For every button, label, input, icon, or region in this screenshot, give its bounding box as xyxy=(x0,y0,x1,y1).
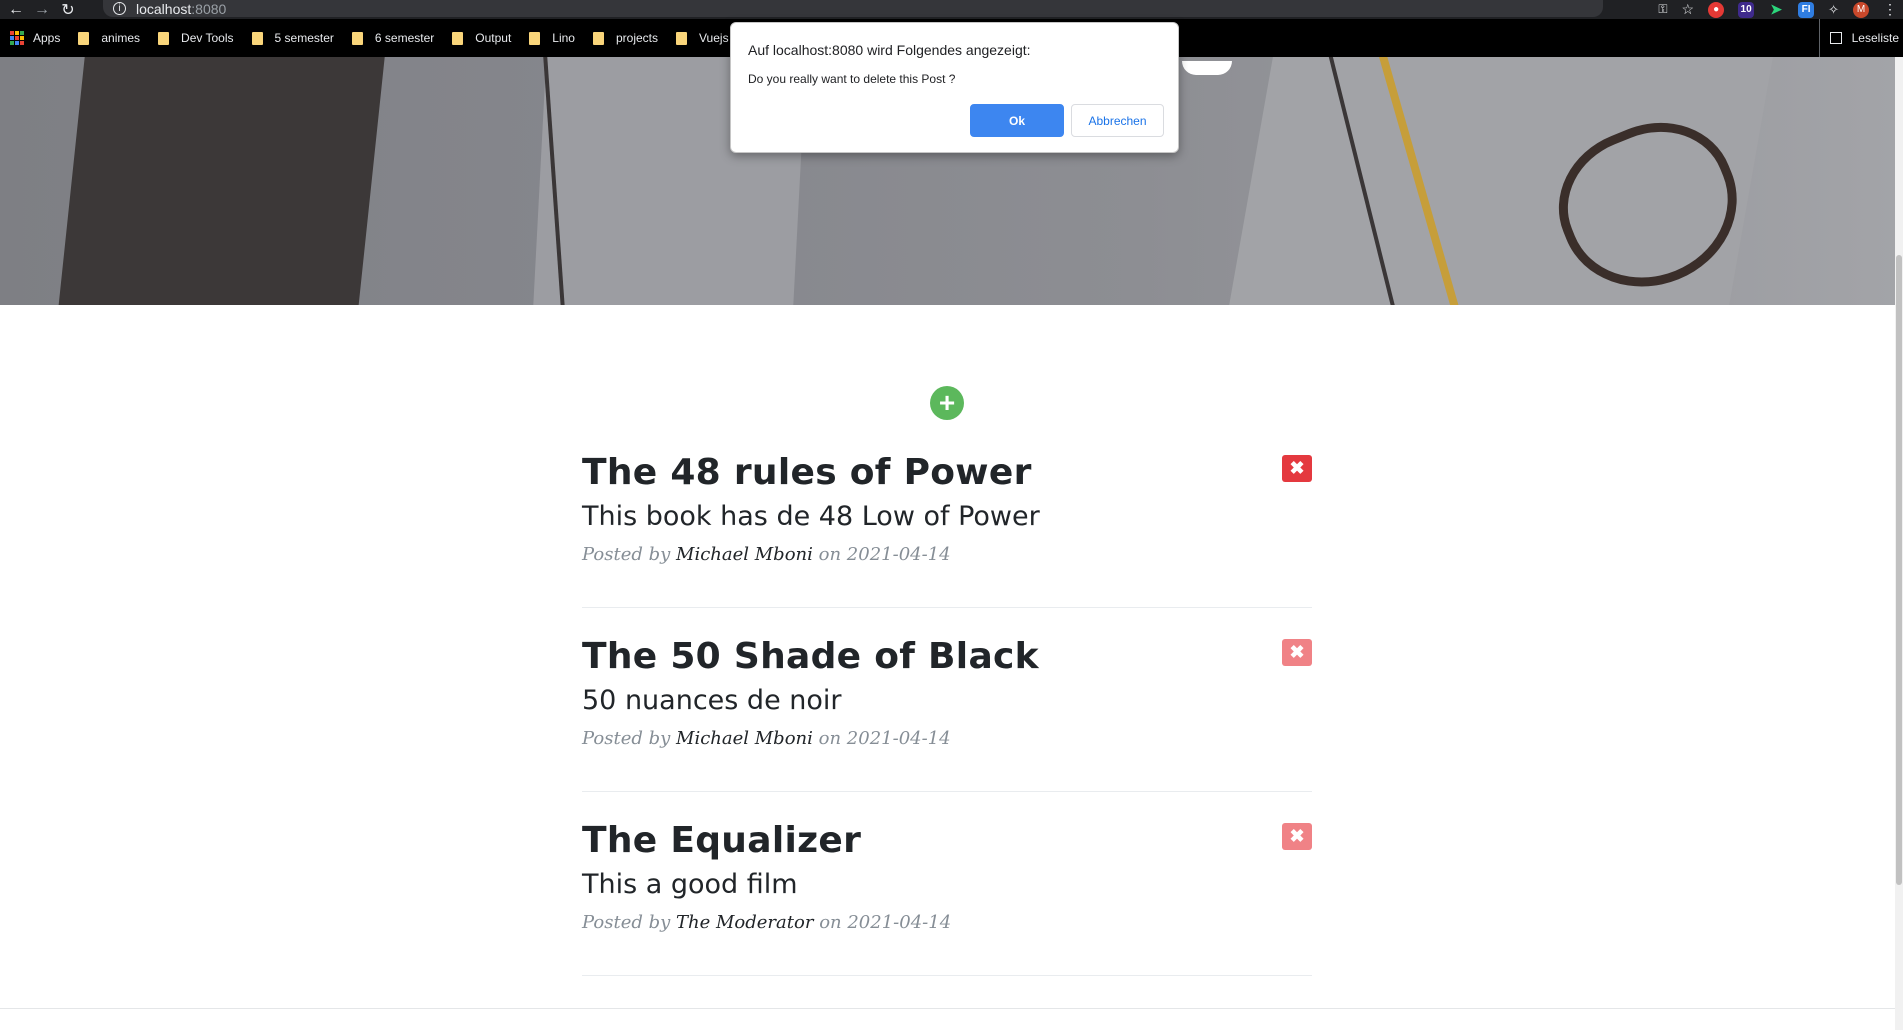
post-date: 2021-04-14 xyxy=(846,544,951,565)
hero-phone xyxy=(51,57,389,305)
delete-post-button[interactable]: ✖ xyxy=(1282,455,1312,482)
post-subtitle[interactable]: This a good film xyxy=(582,869,1312,900)
bookmark-label: Dev Tools xyxy=(181,31,234,45)
post-preview[interactable]: The 48 rules of Power This book has de 4… xyxy=(582,452,1312,565)
on-label: on xyxy=(818,728,842,749)
forward-arrow-icon[interactable]: → xyxy=(30,0,54,19)
fi-extension-label: FI xyxy=(1801,4,1811,15)
apps-grid-icon xyxy=(10,31,24,45)
post-meta: Posted by Michael Mboni on 2021-04-14 xyxy=(582,544,1312,565)
posted-by-label: Posted by xyxy=(582,544,671,565)
bookmark-label: Output xyxy=(475,31,512,45)
post-date: 2021-04-14 xyxy=(846,728,951,749)
reading-list-button[interactable]: Leseliste xyxy=(1818,19,1899,57)
shield-extension-icon[interactable]: ● xyxy=(1708,1,1725,18)
post-title[interactable]: The 48 rules of Power xyxy=(582,452,1312,493)
address-bar[interactable]: i localhost:8080 xyxy=(103,0,1603,17)
url-host: localhost xyxy=(136,0,192,17)
post-subtitle[interactable]: This book has de 48 Low of Power xyxy=(582,501,1312,532)
folder-icon xyxy=(351,31,363,45)
bookmark-folder[interactable]: Lino xyxy=(529,19,575,57)
extension-badge: 10 xyxy=(1740,4,1752,15)
back-arrow-icon[interactable]: ← xyxy=(4,0,28,19)
hero-title-fragment xyxy=(1182,61,1232,75)
close-square-icon: ✖ xyxy=(1289,642,1305,662)
dialog-message: Do you really want to delete this Post ? xyxy=(748,72,956,86)
post-preview[interactable]: The Equalizer This a good film Posted by… xyxy=(582,820,1312,933)
profile-initial: M xyxy=(1856,4,1866,15)
post-title[interactable]: The Equalizer xyxy=(582,820,1312,861)
cancel-button[interactable]: Abbrechen xyxy=(1071,104,1164,137)
url-port: :8080 xyxy=(191,0,227,17)
bookmark-folder[interactable]: Dev Tools xyxy=(158,19,234,57)
extension-badge-icon[interactable]: 10 xyxy=(1738,1,1755,18)
bookmark-label: Lino xyxy=(552,31,575,45)
profile-avatar[interactable]: M xyxy=(1853,1,1869,18)
extensions-area: ⚿ ☆ ● 10 ➤ FI ✧ M ⋮ xyxy=(1658,0,1903,19)
folder-icon xyxy=(158,31,170,45)
info-icon[interactable]: i xyxy=(113,2,126,15)
folder-icon xyxy=(529,31,541,45)
reading-list-icon xyxy=(1829,32,1842,44)
arrow-extension-icon[interactable]: ➤ xyxy=(1768,1,1784,18)
bookmark-label: 6 semester xyxy=(374,31,435,45)
key-icon[interactable]: ⚿ xyxy=(1658,2,1667,17)
posted-by-label: Posted by xyxy=(582,728,671,749)
post-author[interactable]: Michael Mboni xyxy=(676,544,813,565)
bookmark-folder[interactable]: projects xyxy=(592,19,658,57)
post-divider xyxy=(582,791,1312,792)
folder-icon xyxy=(676,31,687,45)
puzzle-extensions-icon[interactable]: ✧ xyxy=(1828,2,1839,18)
fi-extension-icon[interactable]: FI xyxy=(1798,1,1815,18)
apps-label: Apps xyxy=(33,31,61,45)
menu-dots-icon[interactable]: ⋮ xyxy=(1883,1,1897,18)
on-label: on xyxy=(819,912,842,933)
post-meta: Posted by The Moderator on 2021-04-14 xyxy=(582,912,1312,933)
bookmark-apps[interactable]: Apps xyxy=(10,19,60,57)
bookmark-label: projects xyxy=(615,31,658,45)
bookmark-label: Vuejs xyxy=(699,31,729,45)
post-date: 2021-04-14 xyxy=(847,912,952,933)
post-title[interactable]: The 50 Shade of Black xyxy=(582,636,1312,677)
browser-toolbar: ← → ↻ i localhost:8080 ⚿ ☆ ● 10 ➤ FI ✧ M… xyxy=(0,0,1903,19)
plus-circle-icon: + xyxy=(938,387,956,418)
close-square-icon: ✖ xyxy=(1289,826,1305,846)
add-post-button[interactable]: + xyxy=(930,386,964,420)
post-subtitle[interactable]: 50 nuances de noir xyxy=(582,685,1312,716)
reading-list-label: Leseliste xyxy=(1851,31,1899,45)
post-meta: Posted by Michael Mboni on 2021-04-14 xyxy=(582,728,1312,749)
post-divider xyxy=(582,607,1312,608)
bookmark-star-icon[interactable]: ☆ xyxy=(1682,1,1695,18)
bookmark-label: 5 semester xyxy=(274,31,334,45)
folder-icon xyxy=(78,31,90,45)
folder-icon xyxy=(592,31,604,45)
delete-post-button[interactable]: ✖ xyxy=(1282,639,1312,666)
folder-icon xyxy=(251,31,263,45)
bookmark-folder[interactable]: 6 semester xyxy=(351,19,435,57)
on-label: on xyxy=(818,544,842,565)
bookmark-folder[interactable]: Vuejs xyxy=(676,19,729,57)
post-divider xyxy=(582,975,1312,976)
posted-by-label: Posted by xyxy=(582,912,671,933)
post-author[interactable]: Michael Mboni xyxy=(676,728,813,749)
bookmark-label: animes xyxy=(101,31,141,45)
scrollbar-thumb[interactable] xyxy=(1896,255,1902,885)
bookmark-folder[interactable]: animes xyxy=(78,19,140,57)
confirm-dialog: Auf localhost:8080 wird Folgendes angeze… xyxy=(730,22,1179,153)
post-author[interactable]: The Moderator xyxy=(676,912,813,933)
close-square-icon: ✖ xyxy=(1289,458,1305,478)
folder-icon xyxy=(452,31,464,45)
dialog-title: Auf localhost:8080 wird Folgendes angeze… xyxy=(748,42,1031,58)
post-preview[interactable]: The 50 Shade of Black 50 nuances de noir… xyxy=(582,636,1312,749)
bookmark-folder[interactable]: Output xyxy=(452,19,511,57)
bookmark-folder[interactable]: 5 semester xyxy=(251,19,334,57)
reload-icon[interactable]: ↻ xyxy=(56,0,80,19)
ok-button[interactable]: Ok xyxy=(970,104,1064,137)
page-footer-divider xyxy=(0,1008,1895,1009)
delete-post-button[interactable]: ✖ xyxy=(1282,823,1312,850)
